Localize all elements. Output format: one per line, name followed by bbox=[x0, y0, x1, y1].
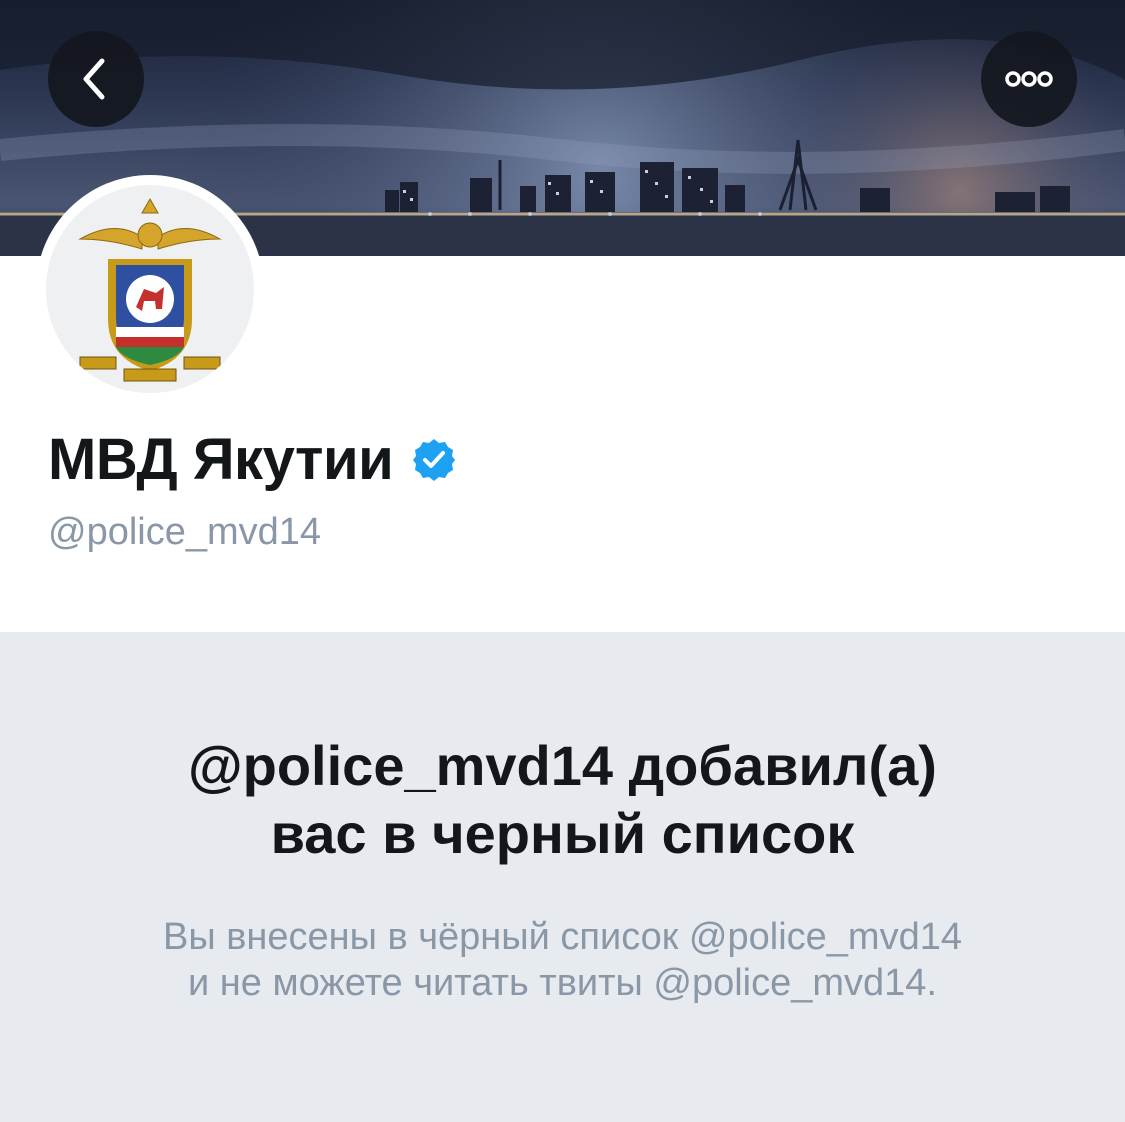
blocked-title-line-1: @police_mvd14 добавил(а) bbox=[188, 734, 937, 797]
profile-handle: @police_mvd14 bbox=[48, 511, 322, 553]
blocked-description: Вы внесены в чёрный список @police_mvd14… bbox=[60, 914, 1065, 1006]
ellipsis-icon bbox=[1005, 71, 1053, 87]
profile-name-row: МВД Якутии bbox=[48, 428, 457, 492]
blocked-description-line-2: и не можете читать твиты @police_mvd14. bbox=[187, 962, 937, 1004]
verified-badge-icon bbox=[413, 439, 456, 481]
blocked-notice: @police_mvd14 добавил(а) вас в черный сп… bbox=[0, 632, 1125, 1122]
blocked-description-line-1: Вы внесены в чёрный список @police_mvd14 bbox=[162, 916, 962, 958]
back-button[interactable] bbox=[48, 31, 144, 127]
mvd-emblem-icon bbox=[78, 197, 222, 382]
blocked-title-line-2: вас в черный список bbox=[270, 802, 855, 865]
blocked-title: @police_mvd14 добавил(а) вас в черный сп… bbox=[60, 732, 1065, 868]
profile-avatar[interactable] bbox=[36, 175, 264, 403]
chevron-left-icon bbox=[83, 58, 105, 100]
more-options-button[interactable] bbox=[981, 31, 1077, 127]
profile-name: МВД Якутии bbox=[48, 427, 394, 492]
